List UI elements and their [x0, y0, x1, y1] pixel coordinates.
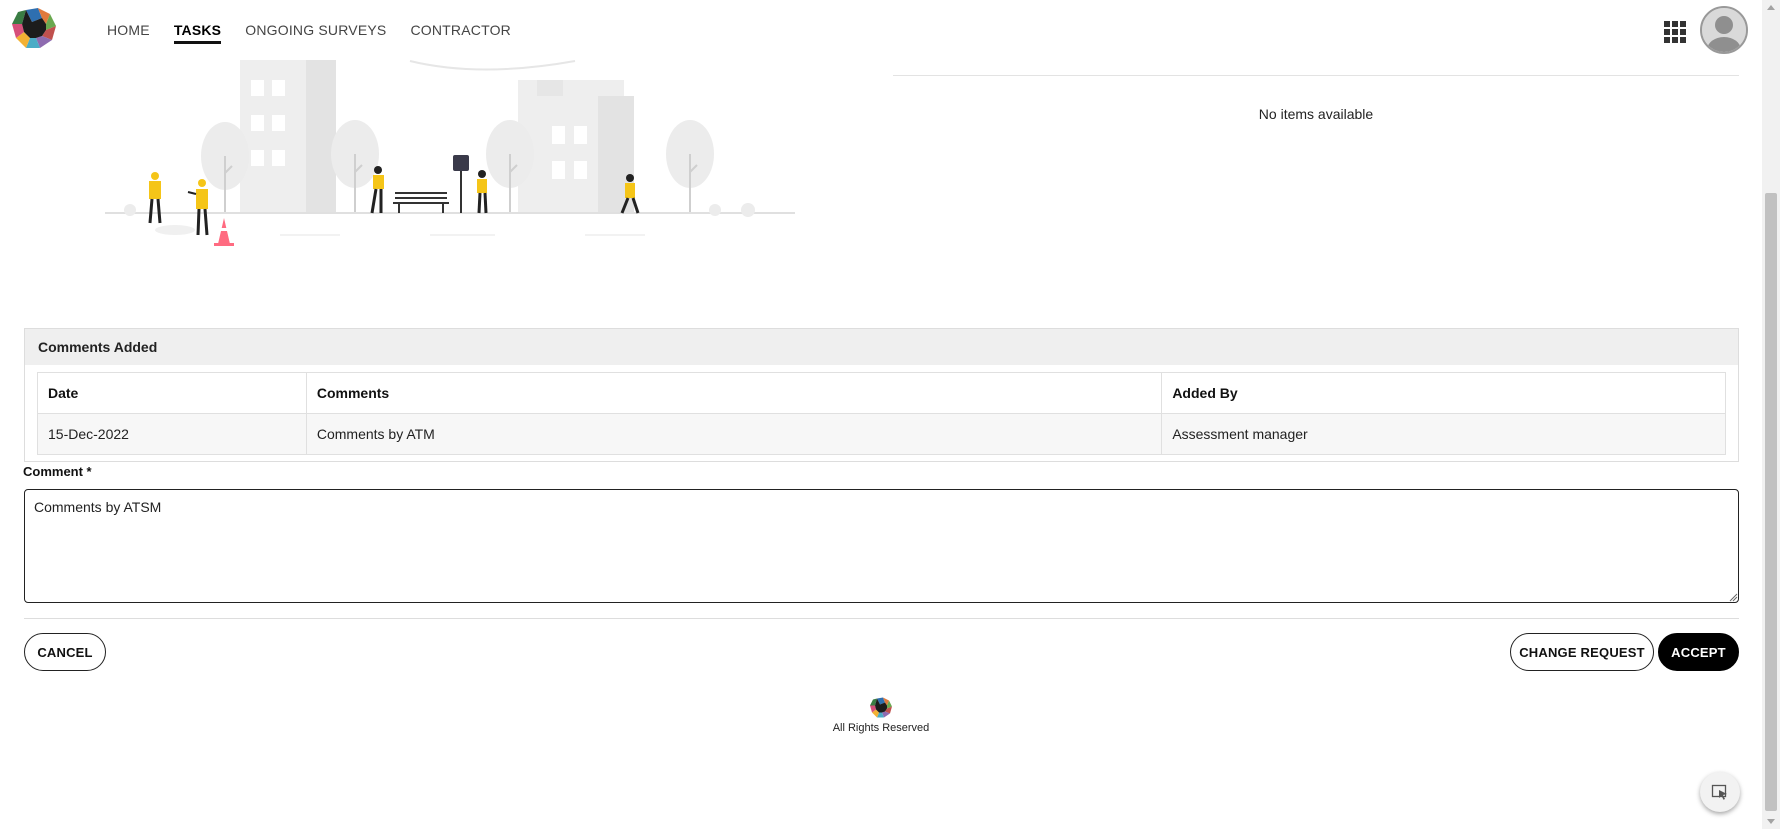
footer-text: All Rights Reserved: [832, 722, 930, 734]
change-request-button[interactable]: CHANGE REQUEST: [1510, 633, 1654, 671]
comments-table: Date Comments Added By 15-Dec-2022 Comme…: [37, 372, 1726, 455]
comment-textarea[interactable]: Comments by ATSM: [24, 489, 1739, 603]
nav-contractor[interactable]: CONTRACTOR: [398, 0, 523, 60]
accept-button[interactable]: ACCEPT: [1658, 633, 1739, 671]
form-divider: [24, 618, 1739, 619]
comment-label: Comment *: [23, 464, 92, 479]
user-avatar-icon: [1702, 8, 1746, 52]
empty-state-text: No items available: [1258, 106, 1374, 122]
footer-logo: [870, 697, 892, 718]
table-header-row: Date Comments Added By: [37, 372, 1726, 414]
screen-select-icon: [1711, 784, 1727, 800]
cell-added-by: Assessment manager: [1161, 413, 1726, 455]
nav-tasks[interactable]: TASKS: [162, 0, 233, 60]
right-pane: No items available: [893, 58, 1739, 248]
feedback-button[interactable]: [1700, 772, 1740, 812]
nav-ongoing-surveys[interactable]: ONGOING SURVEYS: [233, 0, 398, 60]
app-logo[interactable]: [12, 8, 56, 50]
cancel-button[interactable]: CANCEL: [24, 633, 106, 671]
table-row: 15-Dec-2022 Comments by ATM Assessment m…: [37, 413, 1726, 455]
panel-title: Comments Added: [25, 329, 1738, 365]
top-header: HOME TASKS ONGOING SURVEYS CONTRACTOR: [0, 0, 1762, 60]
grid-icon[interactable]: [1664, 21, 1686, 43]
scrollbar-thumb[interactable]: [1765, 193, 1777, 811]
cell-comment: Comments by ATM: [305, 413, 1163, 455]
scroll-up-icon[interactable]: [1762, 0, 1780, 16]
avatar[interactable]: [1700, 6, 1748, 54]
column-header-date: Date: [37, 372, 307, 414]
scroll-down-icon[interactable]: [1762, 813, 1780, 829]
cell-date: 15-Dec-2022: [37, 413, 307, 455]
city-illustration: [105, 58, 795, 246]
nav-home[interactable]: HOME: [95, 0, 162, 60]
divider: [893, 75, 1739, 76]
comments-added-panel: Comments Added Date Comments Added By 15…: [24, 328, 1739, 462]
column-header-comments: Comments: [305, 372, 1163, 414]
column-header-added-by: Added By: [1161, 372, 1726, 414]
resize-handle-icon[interactable]: [1728, 592, 1738, 602]
main-nav: HOME TASKS ONGOING SURVEYS CONTRACTOR: [95, 0, 523, 60]
vertical-scrollbar[interactable]: [1762, 0, 1780, 829]
